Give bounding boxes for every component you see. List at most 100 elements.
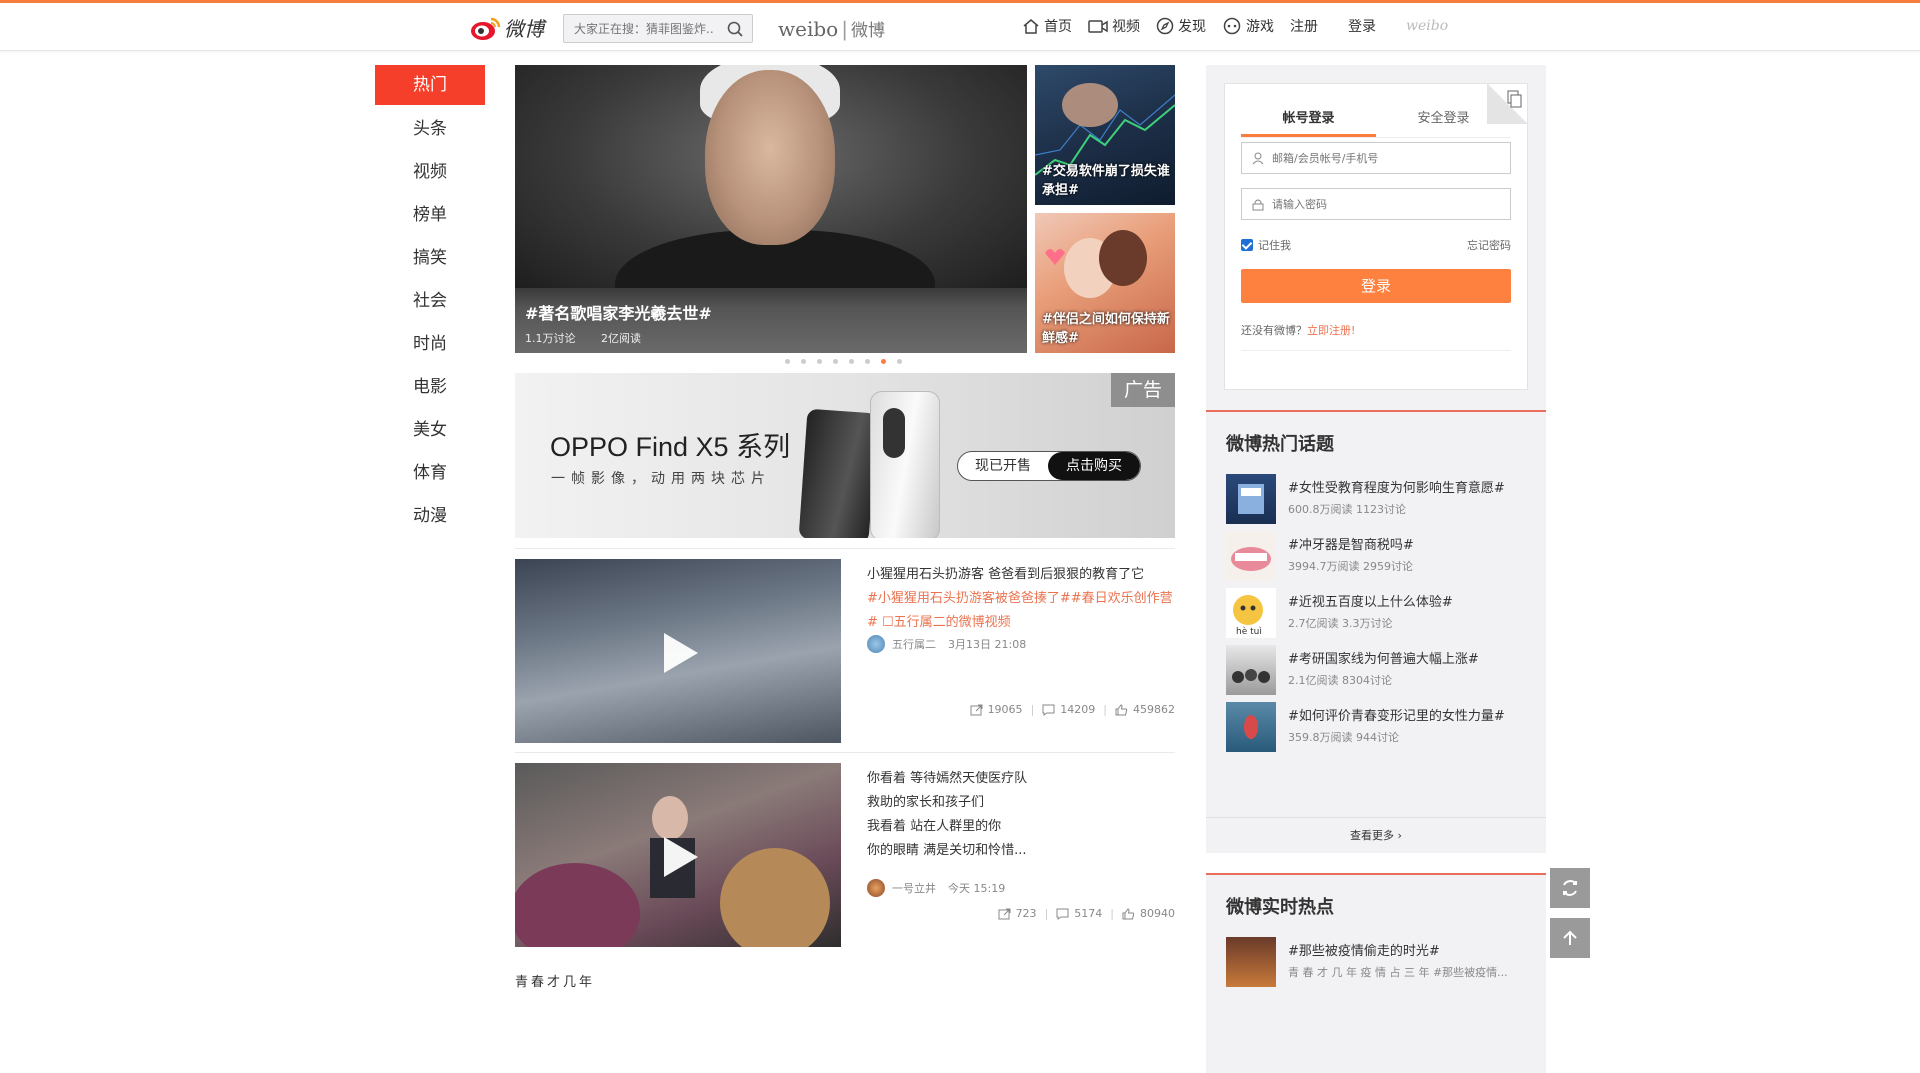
hot-topic-item[interactable]: #如何评价青春变形记里的女性力量# 359.8万阅读 944讨论 [1226, 702, 1536, 754]
carousel-dot[interactable] [865, 359, 870, 364]
category-anime[interactable]: 动漫 [375, 495, 485, 538]
weibo-logo[interactable]: 微博 [470, 13, 544, 42]
hero-read-count: 2亿阅读 [601, 332, 641, 345]
carousel-dots [785, 359, 913, 364]
category-society[interactable]: 社会 [375, 280, 485, 323]
weibo-eye-icon [470, 15, 502, 41]
topic-title[interactable]: #如何评价青春变形记里的女性力量# [1288, 705, 1505, 724]
tab-account-login[interactable]: 帐号登录 [1241, 104, 1376, 137]
side-card-trading[interactable]: #交易软件崩了损失谁承担# [1035, 65, 1175, 205]
topic-title[interactable]: #考研国家线为何普遍大幅上涨# [1288, 648, 1479, 667]
username-input[interactable] [1272, 151, 1492, 165]
category-headlines[interactable]: 头条 [375, 108, 485, 151]
comment-action[interactable]: 5174 [1056, 907, 1102, 920]
feed-author[interactable]: 一号立井 [892, 880, 936, 896]
feed-title[interactable]: 小猩猩用石头扔游客 爸爸看到后狠狠的教育了它 [867, 563, 1175, 587]
nav-video[interactable]: 视频 [1088, 16, 1140, 36]
feed-line: 救助的家长和孩子们 [867, 795, 985, 810]
view-more-button[interactable]: 查看更多 › [1206, 817, 1546, 853]
password-field[interactable] [1241, 188, 1511, 220]
nav-discover[interactable]: 发现 [1156, 16, 1206, 36]
hot-topic-item[interactable]: hè tuì #近视五百度以上什么体验# 2.7亿阅读 3.3万讨论 [1226, 588, 1536, 640]
ad-buy-button[interactable]: 点击购买 [1048, 452, 1140, 480]
play-icon[interactable] [660, 631, 700, 675]
share-count: 19065 [987, 703, 1023, 716]
phone-white-image [870, 391, 940, 538]
register-link[interactable]: 注册 [1290, 16, 1318, 36]
username-field[interactable] [1241, 142, 1511, 174]
weibo-small-logo[interactable]: weibo [1406, 18, 1448, 34]
avatar[interactable] [867, 879, 885, 897]
search-input[interactable] [564, 15, 714, 42]
carousel-dot[interactable] [833, 359, 838, 364]
hero-photo [515, 65, 1027, 350]
comment-count: 5174 [1074, 907, 1103, 920]
category-sports[interactable]: 体育 [375, 452, 485, 495]
nav-home[interactable]: 首页 [1022, 16, 1072, 36]
remember-me-checkbox[interactable]: 记住我 [1241, 237, 1291, 253]
topic-meta: 359.8万阅读 944讨论 [1288, 731, 1399, 744]
nav-games[interactable]: 游戏 [1222, 16, 1274, 36]
video-thumbnail[interactable] [515, 763, 841, 947]
topic-title[interactable]: #那些被疫情偷走的时光# [1288, 940, 1440, 959]
checkbox-checked[interactable] [1241, 239, 1253, 251]
feed-tags[interactable]: #小猩猩用石头扔游客被爸爸揍了##春日欢乐创作营# ☐五行属二的微博视频 [867, 587, 1175, 635]
hot-topic-item[interactable]: #女性受教育程度为何影响生育意愿# 600.8万阅读 1123讨论 [1226, 474, 1536, 526]
remember-me-label: 记住我 [1258, 239, 1291, 252]
forgot-password-link[interactable]: 忘记密码 [1467, 237, 1511, 253]
avatar[interactable] [867, 635, 885, 653]
arrow-up-icon [1563, 930, 1577, 945]
weibo-brand[interactable]: weibo | 微博 [778, 16, 885, 41]
carousel-dot[interactable] [801, 359, 806, 364]
topic-thumb-text: hè tuì [1236, 626, 1262, 637]
feed-preview-text[interactable]: 青春才几年 [515, 971, 595, 990]
share-action[interactable]: 723 [998, 907, 1037, 920]
category-fashion[interactable]: 时尚 [375, 323, 485, 366]
carousel-dot-active[interactable] [881, 359, 886, 364]
carousel-dot[interactable] [817, 359, 822, 364]
share-icon [970, 704, 983, 715]
register-prompt: 还没有微博？立即注册! [1241, 322, 1511, 351]
category-rankings[interactable]: 榜单 [375, 194, 485, 237]
refresh-button[interactable] [1550, 868, 1590, 908]
ad-cta[interactable]: 现已开售 点击购买 [957, 451, 1141, 481]
feed-text[interactable]: 你看着 等待嫣然天使医疗队 救助的家长和孩子们 我看着 站在人群里的你 你的眼睛… [867, 767, 1175, 863]
topic-title[interactable]: #冲牙器是智商税吗# [1288, 534, 1414, 553]
play-icon[interactable] [660, 835, 700, 879]
like-action[interactable]: 459862 [1115, 703, 1175, 716]
realtime-item[interactable]: #那些被疫情偷走的时光# 青 春 才 几 年 疫 情 占 三 年 #那些被疫情.… [1226, 937, 1536, 989]
register-now-link[interactable]: 立即注册! [1307, 324, 1355, 337]
login-link[interactable]: 登录 [1348, 16, 1376, 36]
category-funny[interactable]: 搞笑 [375, 237, 485, 280]
search-icon[interactable] [727, 21, 743, 41]
oppo-ad-banner[interactable]: OPPO Find X5 系列 一帧影像，动用两块芯片 现已开售 点击购买 广告 [515, 373, 1175, 538]
category-movies[interactable]: 电影 [375, 366, 485, 409]
side-card-couple[interactable]: #伴侣之间如何保持新鲜感# [1035, 213, 1175, 353]
topic-title[interactable]: #近视五百度以上什么体验# [1288, 591, 1453, 610]
hero-discuss-count: 1.1万讨论 [525, 332, 576, 345]
topic-title[interactable]: #女性受教育程度为何影响生育意愿# [1288, 477, 1505, 496]
share-action[interactable]: 19065 [970, 703, 1023, 716]
hero-title[interactable]: #著名歌唱家李光羲去世# [525, 300, 712, 324]
carousel-dot[interactable] [849, 359, 854, 364]
like-action[interactable]: 80940 [1122, 907, 1175, 920]
login-button[interactable]: 登录 [1241, 269, 1511, 303]
carousel-dot[interactable] [785, 359, 790, 364]
hero-meta: 1.1万讨论 2亿阅读 [525, 330, 663, 346]
password-input[interactable] [1272, 197, 1492, 211]
video-thumbnail[interactable] [515, 559, 841, 743]
category-hot[interactable]: 热门 [375, 65, 485, 105]
category-video[interactable]: 视频 [375, 151, 485, 194]
feed-author[interactable]: 五行属二 [892, 636, 936, 652]
tab-secure-login[interactable]: 安全登录 [1376, 104, 1511, 137]
hero-banner[interactable]: #著名歌唱家李光羲去世# 1.1万讨论 2亿阅读 [515, 65, 1027, 353]
comment-action[interactable]: 14209 [1042, 703, 1095, 716]
carousel-dot[interactable] [897, 359, 902, 364]
feed-actions: 19065 | 14209 | 459862 [962, 703, 1175, 716]
back-to-top-button[interactable] [1550, 918, 1590, 958]
hot-topic-item[interactable]: #冲牙器是智商税吗# 3994.7万阅读 2959讨论 [1226, 531, 1536, 583]
nav-video-label: 视频 [1112, 19, 1140, 35]
home-icon [1023, 19, 1039, 34]
category-beauty[interactable]: 美女 [375, 409, 485, 452]
hot-topic-item[interactable]: #考研国家线为何普遍大幅上涨# 2.1亿阅读 8304讨论 [1226, 645, 1536, 697]
